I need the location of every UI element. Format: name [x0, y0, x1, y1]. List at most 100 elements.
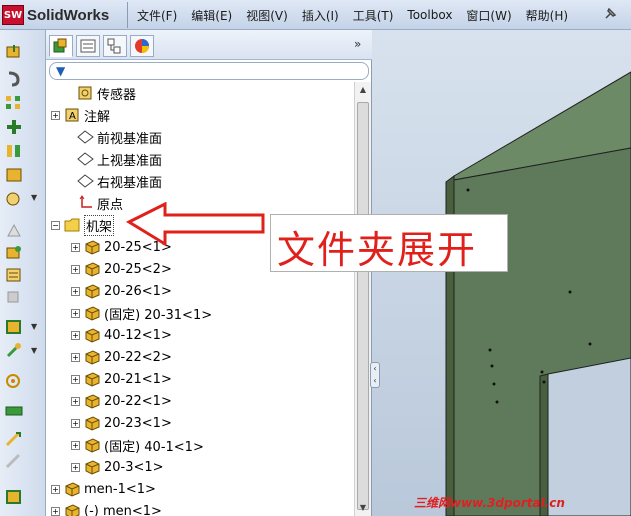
tree-item-label: 20-26<1> — [104, 283, 172, 299]
tree-item-part[interactable]: + (-) men<1> — [51, 500, 162, 516]
tree-item-part[interactable]: + 20-23<1> — [71, 412, 172, 434]
large-assembly-mode-icon[interactable] — [4, 452, 24, 470]
expand-icon[interactable]: + — [51, 506, 60, 516]
tree-item-label: 20-21<1> — [104, 371, 172, 387]
tab-display-manager[interactable] — [130, 35, 154, 57]
tree-item-label: (-) men<1> — [84, 503, 162, 516]
pin-icon[interactable] — [602, 6, 618, 22]
speedpak-icon[interactable] — [4, 488, 24, 506]
title-separator — [127, 2, 128, 28]
clearance-verification-icon[interactable] — [4, 372, 24, 390]
tree-item-label: (固定) 40-1<1> — [104, 439, 204, 455]
menu-tools[interactable]: 工具(T) — [346, 7, 401, 24]
tree-item-label: 右视基准面 — [97, 175, 163, 191]
tree-item-annotations[interactable]: + A 注解 — [51, 104, 110, 126]
menu-edit[interactable]: 编辑(E) — [184, 7, 239, 24]
tree-item-part[interactable]: + men-1<1> — [51, 478, 156, 500]
part-icon — [84, 283, 101, 299]
new-motion-study-icon[interactable] — [4, 244, 24, 262]
assembly-features-icon[interactable] — [4, 190, 24, 208]
origin-icon — [77, 195, 94, 211]
tree-item-label: (固定) 20-31<1> — [104, 307, 213, 323]
tree-item-label: 20-22<2> — [104, 349, 172, 365]
linear-pattern-icon[interactable] — [4, 94, 24, 112]
dropdown-arrow-icon[interactable]: ▼ — [31, 193, 37, 202]
expand-icon[interactable]: + — [71, 330, 80, 340]
tree-filter-bar[interactable]: ▼ — [49, 62, 369, 80]
tab-configuration-manager[interactable] — [103, 35, 127, 57]
tree-item-part[interactable]: + 20-3<1> — [71, 456, 164, 478]
scroll-up-icon[interactable]: ▲ — [355, 82, 371, 98]
tree-item-frame-folder[interactable]: − 机架 — [51, 214, 115, 236]
tree-item-part[interactable]: + 20-25<2> — [71, 258, 172, 280]
part-icon — [64, 481, 81, 497]
menu-toolbox[interactable]: Toolbox — [400, 8, 459, 22]
instant-3d-icon[interactable] — [4, 430, 24, 448]
solidworks-logo[interactable]: SW SolidWorks — [2, 4, 109, 26]
dropdown-arrow-icon[interactable]: ▼ — [31, 322, 37, 331]
tree-item-part[interactable]: + 20-22<2> — [71, 346, 172, 368]
menu-insert[interactable]: 插入(I) — [295, 7, 346, 24]
tree-item-part[interactable]: + 40-12<1> — [71, 324, 172, 346]
expand-icon[interactable]: + — [71, 264, 80, 274]
part-icon — [84, 371, 101, 387]
funnel-icon[interactable]: ▼ — [56, 64, 65, 78]
part-icon — [64, 503, 81, 516]
sensor-icon — [77, 85, 94, 101]
tree-item-right-plane[interactable]: 右视基准面 — [64, 170, 162, 192]
tab-feature-manager[interactable] — [49, 35, 73, 57]
collapse-icon[interactable]: − — [51, 220, 60, 230]
svg-text:A: A — [69, 111, 76, 122]
expand-icon[interactable]: + — [71, 396, 80, 406]
explode-line-sketch-icon[interactable] — [4, 318, 24, 336]
tree-item-part[interactable]: + 20-26<1> — [71, 280, 172, 302]
expand-icon[interactable]: + — [71, 418, 80, 428]
menu-help[interactable]: 帮助(H) — [519, 7, 575, 24]
dropdown-arrow-icon[interactable]: ▼ — [31, 346, 37, 355]
tab-property-manager[interactable] — [76, 35, 100, 57]
insert-component-icon[interactable] — [4, 44, 24, 62]
tree-item-origin[interactable]: 原点 — [64, 192, 123, 214]
part-icon — [84, 327, 101, 343]
move-component-icon[interactable] — [4, 142, 24, 160]
tree-item-label: 机架 — [84, 214, 115, 236]
mate-icon[interactable] — [4, 70, 24, 88]
tree-item-sensors[interactable]: 传感器 — [64, 82, 136, 104]
tree-item-label: 20-23<1> — [104, 415, 172, 431]
menu-view[interactable]: 视图(V) — [239, 7, 295, 24]
expand-icon[interactable]: + — [71, 352, 80, 362]
smart-fasteners-icon[interactable] — [4, 118, 24, 136]
tree-item-part[interactable]: + (固定) 20-31<1> — [71, 302, 212, 324]
watermark: 三维网www.3dportal.cn — [414, 496, 565, 510]
exploded-view-icon[interactable] — [4, 288, 24, 306]
expand-icon[interactable]: + — [71, 462, 80, 472]
tree-item-part[interactable]: + 20-22<1> — [71, 390, 172, 412]
scroll-down-icon[interactable]: ▼ — [355, 500, 371, 516]
expand-icon[interactable]: + — [51, 110, 60, 120]
menu-file[interactable]: 文件(F) — [130, 7, 184, 24]
tree-item-part[interactable]: + (固定) 40-1<1> — [71, 434, 204, 456]
tree-scrollbar[interactable]: ▲ ▼ — [354, 82, 371, 516]
collapse-panel-icon[interactable]: » — [354, 37, 361, 51]
panel-splitter-handle[interactable]: ‹ ‹ — [370, 362, 380, 388]
plane-icon — [77, 173, 94, 189]
tree-item-label: 40-12<1> — [104, 327, 172, 343]
expand-icon[interactable]: + — [71, 242, 80, 252]
plane-icon — [77, 151, 94, 167]
part-icon — [84, 261, 101, 277]
expand-icon[interactable]: + — [71, 308, 80, 318]
show-hidden-icon[interactable] — [4, 166, 24, 184]
hole-alignment-icon[interactable] — [4, 402, 24, 420]
expand-icon[interactable]: + — [71, 374, 80, 384]
expand-icon[interactable]: + — [71, 286, 80, 296]
reference-geometry-icon[interactable] — [4, 222, 24, 240]
scroll-thumb[interactable] — [357, 102, 369, 510]
menu-window[interactable]: 窗口(W) — [459, 7, 518, 24]
tree-item-top-plane[interactable]: 上视基准面 — [64, 148, 162, 170]
expand-icon[interactable]: + — [71, 440, 80, 450]
expand-icon[interactable]: + — [51, 484, 60, 494]
tree-item-front-plane[interactable]: 前视基准面 — [64, 126, 162, 148]
bill-of-materials-icon[interactable] — [4, 266, 24, 284]
tree-item-part[interactable]: + 20-21<1> — [71, 368, 172, 390]
interference-detection-icon[interactable] — [4, 342, 24, 360]
